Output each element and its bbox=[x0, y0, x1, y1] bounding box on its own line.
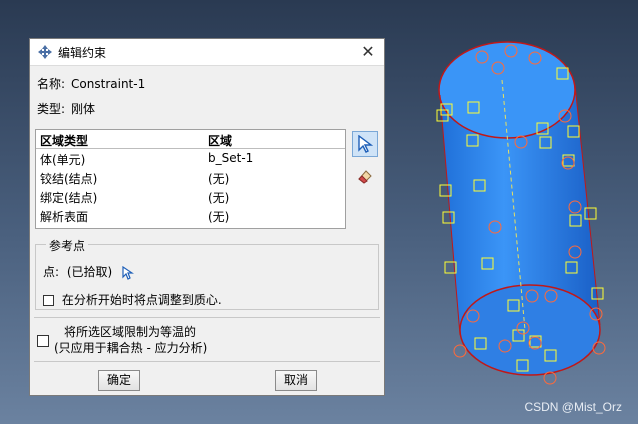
name-label: 名称: bbox=[37, 77, 66, 91]
eraser-icon bbox=[358, 170, 372, 184]
dialog-title: 编辑约束 bbox=[58, 46, 107, 60]
isothermal-label-line1: 将所选区域限制为等温的 bbox=[64, 325, 197, 339]
pointer-arrow-icon bbox=[358, 135, 373, 153]
ok-button[interactable]: 确定 bbox=[98, 370, 140, 391]
table-header: 区域类型 区域 bbox=[36, 130, 345, 149]
cylinder-model bbox=[436, 41, 606, 385]
top-face bbox=[438, 41, 576, 139]
divider bbox=[34, 317, 380, 318]
model-viewport[interactable]: CSDN @Mist_Orz bbox=[385, 0, 638, 424]
divider bbox=[34, 361, 380, 362]
close-button[interactable]: ✕ bbox=[358, 42, 378, 62]
table-row[interactable]: 体(单元) b_Set-1 bbox=[36, 149, 345, 168]
isothermal-label-line2: (只应用于耦合热 - 应力分析) bbox=[54, 341, 208, 355]
region-table: 区域类型 区域 体(单元) b_Set-1 铰结(结点) (无) 绑定(结点) … bbox=[35, 129, 346, 229]
adjust-to-centroid-label: 在分析开始时将点调整到质心. bbox=[61, 293, 222, 307]
move-arrows-icon bbox=[38, 45, 52, 59]
cell-region: (无) bbox=[208, 191, 230, 205]
cell-region: (无) bbox=[208, 172, 230, 186]
adjust-to-centroid-row[interactable]: 在分析开始时将点调整到质心. bbox=[43, 291, 222, 308]
reference-point-group: 参考点 点: (已拾取) 在分析开始时将点调整到质心. bbox=[35, 237, 379, 310]
group-title: 参考点 bbox=[46, 237, 89, 254]
type-row: 类型: 刚体 bbox=[37, 100, 95, 117]
point-row: 点: (已拾取) bbox=[43, 263, 135, 280]
cell-region-type: 解析表面 bbox=[40, 210, 89, 224]
name-row: 名称: Constraint-1 bbox=[37, 75, 145, 92]
dialog-titlebar[interactable]: 编辑约束 ✕ bbox=[30, 39, 384, 66]
type-label: 类型: bbox=[37, 102, 66, 116]
clear-region-button[interactable] bbox=[352, 163, 378, 189]
header-region: 区域 bbox=[208, 134, 233, 148]
watermark: CSDN @Mist_Orz bbox=[524, 400, 622, 414]
cell-region-type: 铰结(结点) bbox=[40, 172, 98, 186]
adjust-to-centroid-checkbox[interactable] bbox=[43, 295, 54, 306]
isothermal-label: 将所选区域限制为等温的 (只应用于耦合热 - 应力分析) bbox=[54, 324, 207, 356]
pick-point-icon[interactable] bbox=[122, 265, 135, 280]
bottom-face bbox=[459, 284, 601, 376]
select-region-button[interactable] bbox=[352, 131, 378, 157]
table-row[interactable]: 绑定(结点) (无) bbox=[36, 187, 345, 206]
edit-constraint-dialog: 编辑约束 ✕ 名称: Constraint-1 类型: 刚体 区域类型 区域 体(单… bbox=[29, 38, 385, 396]
point-label: 点: bbox=[43, 265, 60, 279]
type-value: 刚体 bbox=[71, 102, 96, 116]
table-row[interactable]: 铰结(结点) (无) bbox=[36, 168, 345, 187]
table-row[interactable]: 解析表面 (无) bbox=[36, 206, 345, 225]
isothermal-checkbox[interactable] bbox=[37, 333, 49, 347]
name-value: Constraint-1 bbox=[71, 77, 146, 91]
cell-region: (无) bbox=[208, 210, 230, 224]
cell-region: b_Set-1 bbox=[208, 151, 254, 165]
header-region-type: 区域类型 bbox=[40, 134, 89, 148]
cell-region-type: 绑定(结点) bbox=[40, 191, 98, 205]
cell-region-type: 体(单元) bbox=[40, 153, 86, 167]
close-icon: ✕ bbox=[361, 42, 375, 61]
isothermal-checkbox-box[interactable] bbox=[37, 334, 49, 347]
cancel-button[interactable]: 取消 bbox=[275, 370, 317, 391]
point-value: (已拾取) bbox=[66, 265, 113, 279]
